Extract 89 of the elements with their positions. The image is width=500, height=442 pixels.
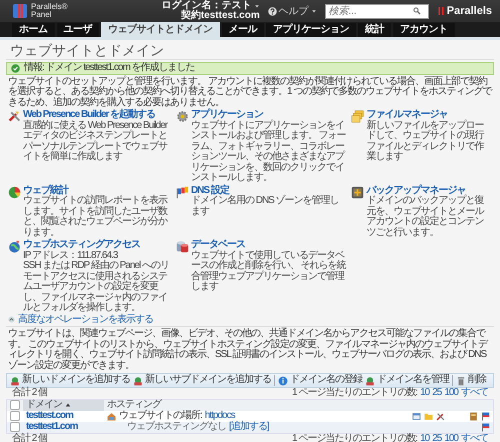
message-text: 情報: ドメイン testtest1.com を作成しました	[24, 63, 195, 74]
tool-link[interactable]: ウェブ統計	[23, 186, 171, 196]
checkbox[interactable]	[10, 422, 20, 432]
help-icon	[268, 6, 277, 16]
tool-description: ドメイン名用の DNS ゾーンを管理します	[190, 196, 340, 217]
check-icon	[11, 64, 20, 73]
total-count: 合計 2 個	[12, 388, 48, 398]
nav-tab[interactable]: ウェブサイトとドメイン	[101, 22, 220, 37]
page-size-label: 1 ページ当たりのエントリの数:	[292, 388, 418, 398]
total-count: 合計 2 個	[12, 434, 48, 442]
nav-tab[interactable]: メール	[222, 23, 264, 37]
nav-tab[interactable]: 統計	[358, 23, 391, 37]
toolbar-button[interactable]: 新しいサブドメインを追加する	[133, 375, 271, 386]
globe-icon	[8, 240, 21, 253]
tool-description: ウェブサイトの訪問レポートを表示します。サイトを訪問したユーザ数と、閲覧されたウェブページが分かります。	[23, 196, 168, 238]
box-icon[interactable]	[469, 412, 478, 420]
tool-link[interactable]: Web Presence Builder を起動する	[23, 110, 171, 120]
tool-link[interactable]: データベース	[190, 240, 346, 250]
pie-chart-icon	[8, 186, 21, 198]
tool-link[interactable]: アプリケーション	[190, 110, 346, 120]
flags-icon	[176, 186, 189, 198]
tool-link[interactable]: ファイルマネージャ	[366, 110, 492, 120]
hosting-link[interactable]: httpdocs	[204, 410, 235, 422]
nav-tab[interactable]: ユーザ	[56, 23, 99, 37]
sort-icon	[65, 402, 71, 408]
toolbar-button[interactable]: ドメイン名の登録	[278, 375, 362, 386]
logo-text: Parallels® Panel	[31, 3, 68, 19]
box-icon	[351, 186, 364, 198]
page-size-link[interactable]: 25	[432, 388, 442, 398]
info-icon	[278, 376, 288, 386]
add-hosting-link[interactable]: [追加する]	[229, 422, 269, 432]
bars-icon	[436, 5, 445, 17]
folders-icon	[351, 110, 364, 123]
domain-link[interactable]: testtest.com	[26, 410, 73, 421]
description-text: ウェブサイトは、関連ウェブページ、画像、ビデオ、その他の、共通ドメイン名からアクセス可能なファイルの集合です。 このウェブサイトのリストから、ウェブサイトホスティング設定の変更、ファイルマネージャ内のウェブサイトディレクトリを開く、ウェブサイト訪問統計の表示、SSL 証明書のインストール、ウェブサーバログの表示、および DNS ゾーン設定の変更ができます。	[8, 329, 489, 371]
help-menu[interactable]: ヘルプ	[278, 4, 309, 18]
gear-icon	[176, 110, 189, 123]
nav-tab[interactable]: ホーム	[12, 23, 54, 37]
tool-link[interactable]: DNS 設定	[190, 186, 346, 196]
house-icon	[107, 412, 116, 420]
domain-add-icon	[133, 376, 143, 386]
trash-icon	[456, 376, 466, 386]
domain-add-icon	[365, 376, 375, 386]
advanced-operations-link[interactable]: 高度なオペレーションを表示する	[18, 314, 153, 325]
flag-icon[interactable]	[481, 412, 490, 420]
logo-icon	[12, 3, 28, 19]
page-title: ウェブサイトとドメイン	[10, 42, 165, 58]
toolbar-button[interactable]: ドメイン名を管理	[365, 375, 449, 386]
tool-description: 新しいファイルをアップロードして、ウェブサイトの現行ファイルとディレクトリで作業します	[366, 120, 485, 162]
subscription-menu[interactable]: 契約testtest.com	[180, 11, 260, 21]
nav-tab[interactable]: アカウント	[393, 23, 454, 37]
page-size-label: 1 ページ当たりのエントリの数:	[292, 434, 418, 442]
brand-logo: Parallels	[446, 5, 492, 17]
toolbar-button[interactable]: 新しいドメインを追加する	[10, 375, 130, 386]
tools-icon	[8, 110, 21, 123]
tool-description: ウェブサイトにアプリケーションをインストールおよび管理します。 フォーラム、フォトギャラリー、コラボレーションツール、その他さまざまなアプリケーションを、数回のクリックでインストールします。	[190, 120, 346, 184]
checkbox[interactable]	[10, 400, 20, 410]
toolbar-button[interactable]: 削除	[456, 375, 486, 386]
tool-description: SSH または RDP 経由の Panel へのリモートアクセスに使用されるシステムユーザアカウントの設定を変更し、ファイルマネージャ内のファイルとフォルダを操作します。	[23, 261, 170, 314]
hosting-label: ウェブホスティングなし	[127, 422, 226, 432]
expand-icon	[8, 316, 15, 324]
flag-icon[interactable]	[481, 422, 490, 432]
tool-link[interactable]: ウェブホスティングアクセス	[23, 240, 171, 250]
tool-description: IP アドレス：111.87.64.3	[23, 250, 119, 260]
page-size-link[interactable]: 100	[444, 434, 458, 442]
page-size-link[interactable]: 10	[420, 388, 430, 398]
caret-icon	[310, 8, 317, 14]
search-icon	[412, 7, 421, 15]
page-size-link[interactable]: 100	[444, 388, 458, 398]
tool-description: ウェブサイトで使用しているデータベースの作成と削除を行い、 それらを統合管理ウェブアプリケーションで管理します	[190, 250, 346, 292]
tool-link[interactable]: バックアップマネージャ	[366, 186, 492, 196]
window-icon[interactable]	[412, 412, 421, 420]
tools-icon[interactable]	[436, 412, 445, 420]
page-size-link[interactable]: 25	[432, 434, 442, 442]
search-field[interactable]: 検索...	[328, 4, 413, 18]
domain-add-icon	[10, 376, 20, 386]
checkbox[interactable]	[10, 411, 20, 421]
caret-icon	[254, 3, 260, 9]
database-icon	[176, 240, 189, 253]
nav-tab[interactable]: アプリケーション	[266, 23, 356, 37]
tool-description: 直感的に使える Web Presence Builder エディタのビジネステンプレートとパーソナルテンプレートでウェブサイトを簡単に作成します	[23, 120, 169, 162]
page-size-link[interactable]: すべて	[461, 434, 488, 442]
login-menu[interactable]: ログイン名：テスト	[162, 1, 252, 11]
page-size-link[interactable]: 10	[420, 434, 430, 442]
page-size-link[interactable]: すべて	[461, 388, 488, 398]
tool-description: ドメインのバックアップと復元を、ウェブサイトとメールアカウントの設定とコンテンツごと行います。	[366, 196, 485, 238]
hosting-label: ウェブサイトの場所:	[119, 410, 202, 421]
search-box[interactable]: 検索...	[324, 4, 429, 18]
intro-text: ウェブサイトのセットアップと管理を行います。 アカウントに複数の契約が関連付けられている場合、画面上部で契約を選択すると、ある契約から他の契約へ切り替えることができます。1 つの契約で多数のウェブサイトをホスティングできるため、追加の契約を購入する必要はありません。	[8, 76, 492, 108]
